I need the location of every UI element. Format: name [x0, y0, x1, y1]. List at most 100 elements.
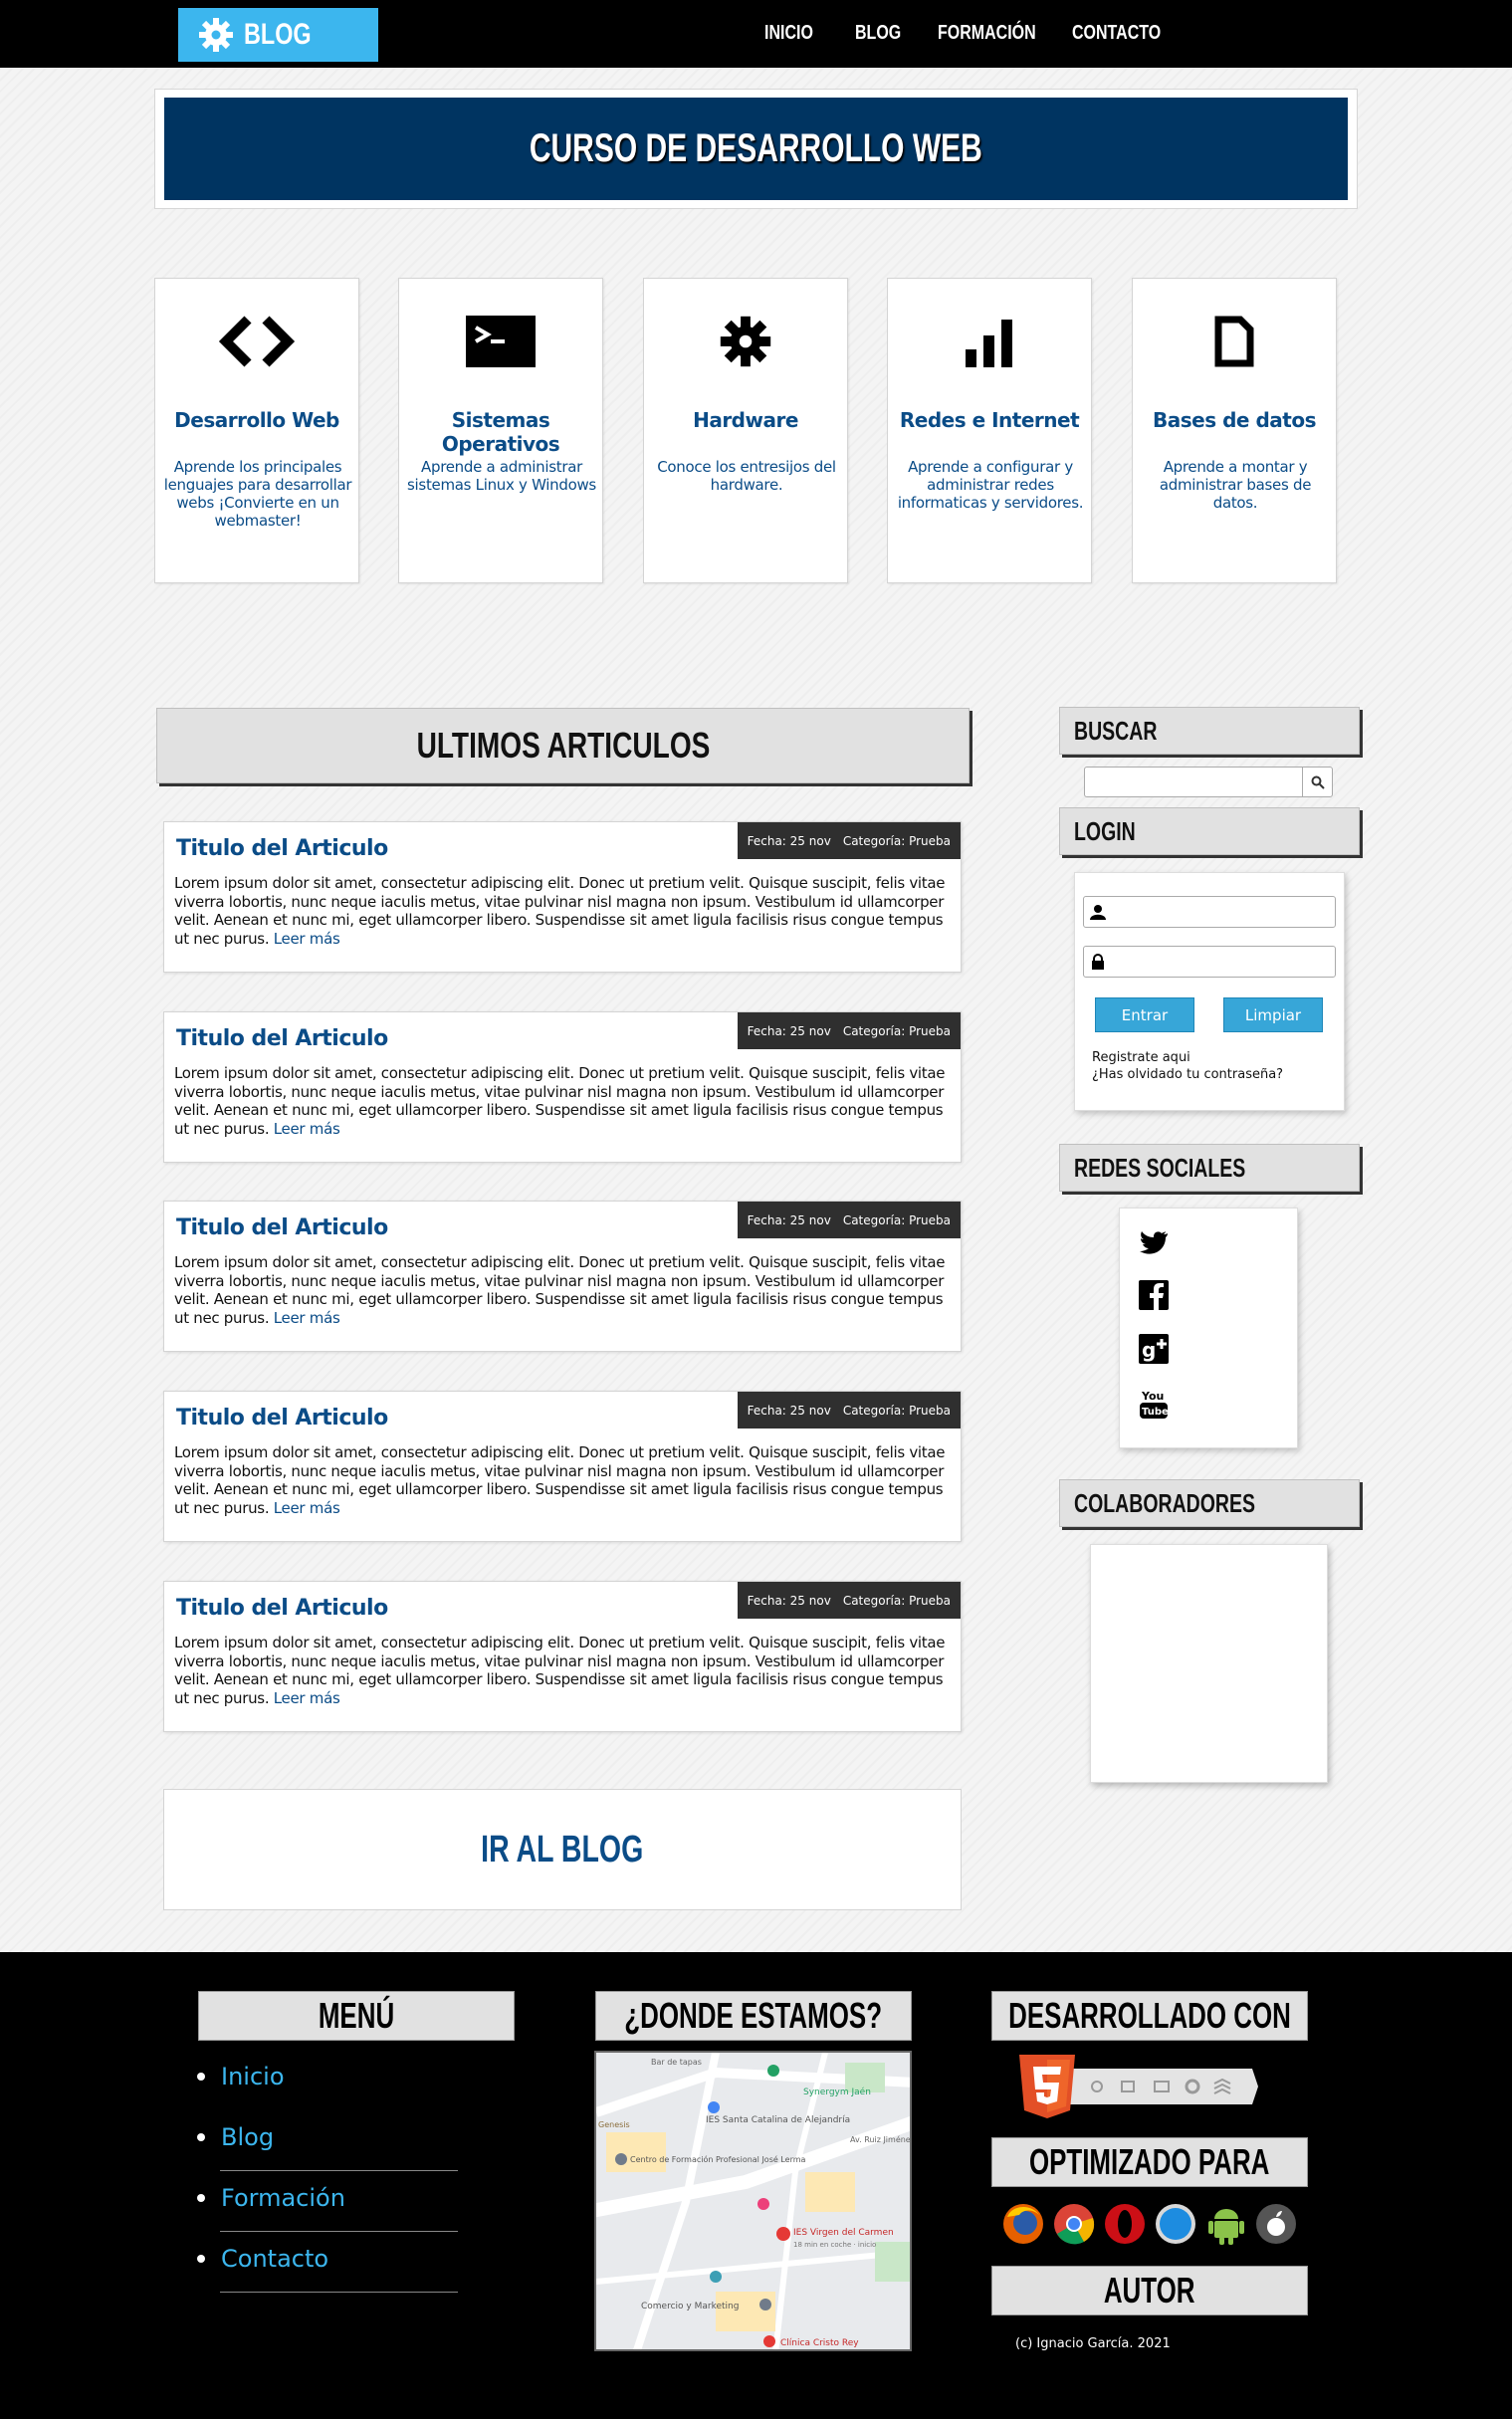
- map-label: Clínica Cristo Rey: [780, 2338, 859, 2348]
- read-more-link[interactable]: Leer más: [274, 1689, 340, 1707]
- read-more-link[interactable]: Leer más: [274, 930, 340, 948]
- banner-panel: CURSO DE DESARROLLO WEB: [164, 98, 1348, 200]
- article-body: Lorem ipsum dolor sit amet, consectetur …: [174, 1634, 951, 1707]
- lock-icon: [1092, 954, 1104, 970]
- article-date: Fecha: 25 nov: [747, 1212, 831, 1227]
- article-card: Fecha: 25 nov Categoría: Prueba Titulo de…: [163, 1581, 962, 1732]
- login-form: Entrar Limpiar Registrate aqui ¿Has olvi…: [1074, 872, 1345, 1111]
- apple-icon: [1256, 2204, 1296, 2244]
- feature-card-web[interactable]: Desarrollo Web Aprende los principales l…: [154, 278, 359, 583]
- password-field-wrap: [1083, 946, 1336, 978]
- article-meta: Fecha: 25 nov Categoría: Prueba: [737, 1392, 961, 1429]
- feature-card-hardware[interactable]: Hardware Conoce los entresijos del hardw…: [643, 278, 848, 583]
- register-link[interactable]: Registrate aqui: [1092, 1050, 1190, 1065]
- footer-developed-header: DESARROLLADO CON: [991, 1991, 1308, 2041]
- footer-link-label: Blog: [221, 2123, 275, 2151]
- search-title: BUSCAR: [1074, 715, 1158, 746]
- footer-author-header: AUTOR: [991, 2266, 1308, 2315]
- feature-card-so[interactable]: Sistemas Operativos Aprende a administra…: [398, 278, 603, 583]
- bullet-icon: [197, 2194, 205, 2202]
- article-title[interactable]: Titulo del Articulo: [176, 1026, 388, 1051]
- footer-link-blog[interactable]: Blog: [197, 2123, 274, 2151]
- collaborators-box: [1090, 1544, 1328, 1783]
- blog-logo[interactable]: BLOG: [178, 8, 378, 62]
- feature-card-bd[interactable]: Bases de datos Aprende a montar y admini…: [1132, 278, 1337, 583]
- feature-title: Sistemas Operativos: [441, 408, 560, 456]
- map-label: Genesis: [598, 2120, 630, 2129]
- nav-inicio[interactable]: INICIO: [764, 22, 813, 45]
- read-more-link[interactable]: Leer más: [274, 1120, 340, 1138]
- twitter-icon[interactable]: [1138, 1226, 1170, 1258]
- search-button[interactable]: [1302, 768, 1332, 796]
- article-title[interactable]: Titulo del Articulo: [176, 836, 388, 861]
- footer-link-label: Formación: [221, 2184, 345, 2212]
- go-to-blog-button[interactable]: IR AL BLOG: [163, 1789, 962, 1910]
- feature-desc: Aprende a administrar sistemas Linux y W…: [407, 458, 596, 494]
- footer-optimized-header: OPTIMIZADO PARA: [991, 2137, 1308, 2187]
- opera-icon: [1105, 2204, 1145, 2244]
- safari-icon: [1156, 2204, 1195, 2244]
- android-icon: [1208, 2209, 1244, 2245]
- article-category: Categoría: Prueba: [842, 1212, 951, 1227]
- article-body: Lorem ipsum dolor sit amet, consectetur …: [174, 874, 951, 948]
- banner-title: CURSO DE DESARROLLO WEB: [529, 126, 983, 170]
- article-title[interactable]: Titulo del Articulo: [176, 1406, 388, 1430]
- bullet-icon: [197, 2133, 205, 2141]
- feature-title: Hardware: [693, 408, 798, 432]
- location-map[interactable]: Bar de tapas Synergym Jaén IES Santa Cat…: [594, 2051, 912, 2351]
- login-clear-button[interactable]: Limpiar: [1223, 997, 1323, 1032]
- article-category: Categoría: Prueba: [842, 1023, 951, 1038]
- code-icon: [155, 307, 358, 376]
- feature-desc: Aprende los principales lenguajes para d…: [163, 458, 352, 530]
- nav-contacto[interactable]: CONTACTO: [1072, 22, 1161, 45]
- login-title: LOGIN: [1074, 815, 1136, 846]
- article-title[interactable]: Titulo del Articulo: [176, 1596, 388, 1621]
- signal-bars-icon: [888, 307, 1091, 376]
- svg-text:g: g: [1142, 1338, 1156, 1362]
- article-card: Fecha: 25 nov Categoría: Prueba Titulo de…: [163, 1201, 962, 1352]
- forgot-password-link[interactable]: ¿Has olvidado tu contraseña?: [1092, 1067, 1283, 1082]
- feature-desc: Aprende a configurar y administrar redes…: [897, 458, 1084, 512]
- username-input[interactable]: [1112, 901, 1331, 923]
- footer-link-formacion[interactable]: Formación: [197, 2184, 345, 2212]
- password-input[interactable]: [1112, 951, 1331, 973]
- footer-author-title: AUTOR: [1104, 2270, 1195, 2310]
- search-icon: [1311, 775, 1325, 789]
- footer-location-title: ¿DONDE ESTAMOS?: [624, 1995, 883, 2036]
- search-header: BUSCAR: [1059, 707, 1360, 755]
- facebook-icon[interactable]: [1138, 1279, 1170, 1311]
- nav-formacion[interactable]: FORMACIÓN: [938, 22, 1036, 45]
- article-card: Fecha: 25 nov Categoría: Prueba Titulo de…: [163, 821, 962, 973]
- footer-link-label: Contacto: [221, 2245, 329, 2273]
- divider: [220, 2292, 458, 2293]
- article-title[interactable]: Titulo del Articulo: [176, 1215, 388, 1240]
- article-date: Fecha: 25 nov: [747, 1403, 831, 1418]
- browser-icons-row: [1001, 2201, 1300, 2247]
- go-to-blog-label: IR AL BLOG: [481, 1828, 644, 1870]
- article-body: Lorem ipsum dolor sit amet, consectetur …: [174, 1253, 951, 1327]
- chrome-icon: [1054, 2204, 1095, 2245]
- read-more-link[interactable]: Leer más: [274, 1309, 340, 1327]
- footer-link-contacto[interactable]: Contacto: [197, 2245, 328, 2273]
- feature-title: Redes e Internet: [899, 408, 1080, 432]
- article-card: Fecha: 25 nov Categoría: Prueba Titulo de…: [163, 1011, 962, 1163]
- article-meta: Fecha: 25 nov Categoría: Prueba: [737, 1582, 961, 1619]
- login-submit-button[interactable]: Entrar: [1095, 997, 1194, 1032]
- search-input[interactable]: [1089, 770, 1296, 793]
- google-plus-icon[interactable]: g: [1138, 1333, 1170, 1365]
- map-label: IES Virgen del Carmen: [793, 2228, 894, 2238]
- map-label: Synergym Jaén: [803, 2087, 871, 2097]
- search-box: [1084, 767, 1333, 797]
- social-title: REDES SOCIALES: [1074, 1152, 1246, 1183]
- youtube-icon[interactable]: You Tube: [1138, 1388, 1170, 1420]
- footer-link-inicio[interactable]: Inicio: [197, 2063, 285, 2090]
- feature-card-redes[interactable]: Redes e Internet Aprende a configurar y …: [887, 278, 1092, 583]
- nav-blog[interactable]: BLOG: [855, 22, 901, 45]
- social-header: REDES SOCIALES: [1059, 1144, 1360, 1192]
- terminal-icon: [399, 307, 602, 376]
- social-links-box: g You Tube: [1119, 1208, 1298, 1448]
- document-icon: [1133, 307, 1336, 376]
- read-more-link[interactable]: Leer más: [274, 1499, 340, 1517]
- map-label: IES Santa Catalina de Alejandría: [706, 2115, 850, 2125]
- username-field-wrap: [1083, 896, 1336, 928]
